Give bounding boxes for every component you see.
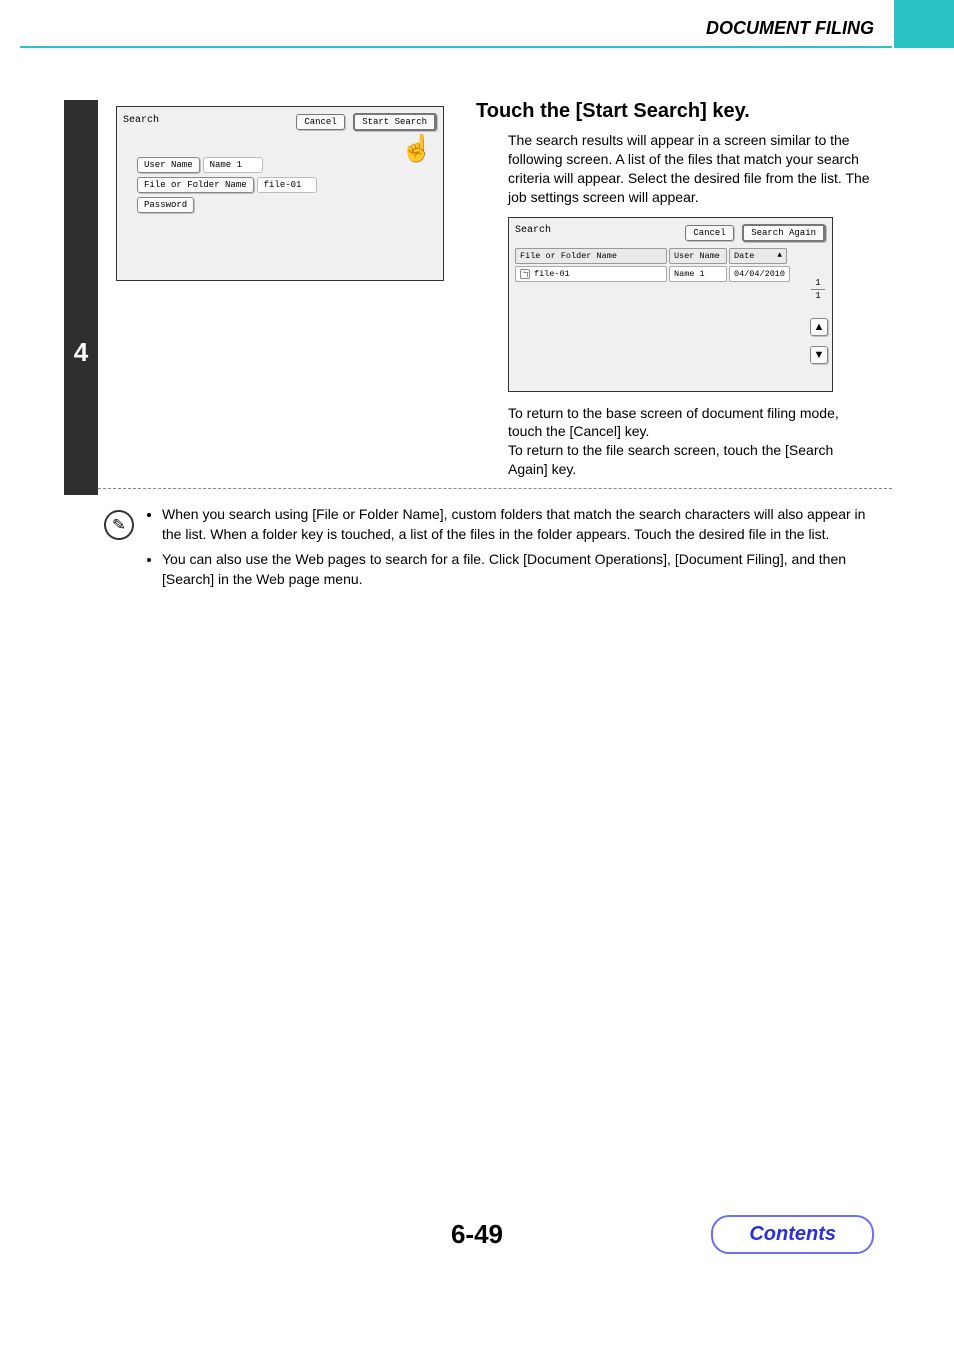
touch-hand-icon: ☝ (401, 135, 433, 161)
note-item-2: You can also use the Web pages to search… (162, 550, 874, 589)
table-row[interactable]: file-01 Name 1 04/04/2010 (515, 266, 802, 282)
note-item-1: When you search using [File or Folder Na… (162, 505, 874, 544)
user-name-button[interactable]: User Name (137, 157, 200, 173)
scroll-down-button[interactable]: ▼ (810, 346, 828, 364)
password-button[interactable]: Password (137, 197, 194, 213)
column-file-folder[interactable]: File or Folder Name (515, 248, 667, 264)
step-number: 4 (64, 337, 98, 368)
step-sidebar: 4 (64, 100, 98, 495)
row-user-name: Name 1 (669, 266, 727, 282)
header-title: DOCUMENT FILING (706, 18, 874, 39)
instruction-heading: Touch the [Start Search] key. (476, 100, 874, 123)
column-date[interactable]: Date ▲ (729, 248, 787, 264)
sort-icon: ▲ (777, 251, 782, 260)
column-user-name[interactable]: User Name (669, 248, 727, 264)
results-panel: Search Cancel Search Again File or Folde… (508, 217, 833, 392)
contents-button[interactable]: Contents (711, 1215, 874, 1254)
results-title: Search (515, 225, 551, 236)
notes-block: When you search using [File or Folder Na… (148, 505, 874, 595)
column-date-label: Date (734, 251, 754, 261)
row-date: 04/04/2010 (729, 266, 790, 282)
instruction-body: The search results will appear in a scre… (508, 131, 874, 207)
search-again-button[interactable]: Search Again (742, 224, 826, 242)
header-rule (20, 46, 892, 48)
start-search-button[interactable]: Start Search (353, 113, 437, 131)
file-icon (520, 269, 530, 279)
search-panel: Search Cancel Start Search ☝ User Name N… (116, 106, 444, 281)
search-panel-title: Search (123, 115, 159, 126)
user-name-value: Name 1 (203, 157, 263, 173)
post-instruction-1: To return to the base screen of document… (508, 404, 874, 442)
header-accent (894, 0, 954, 48)
section-divider (98, 488, 892, 489)
file-folder-name-value: file-01 (257, 177, 317, 193)
cancel-button[interactable]: Cancel (296, 114, 344, 130)
post-instruction-2: To return to the file search screen, tou… (508, 441, 874, 479)
file-folder-name-button[interactable]: File or Folder Name (137, 177, 254, 193)
note-icon: ✎ (103, 509, 136, 542)
row-file-name: file-01 (534, 269, 570, 279)
page-indicator: 1 1 (808, 278, 828, 301)
scroll-up-button[interactable]: ▲ (810, 318, 828, 336)
results-cancel-button[interactable]: Cancel (685, 225, 733, 241)
